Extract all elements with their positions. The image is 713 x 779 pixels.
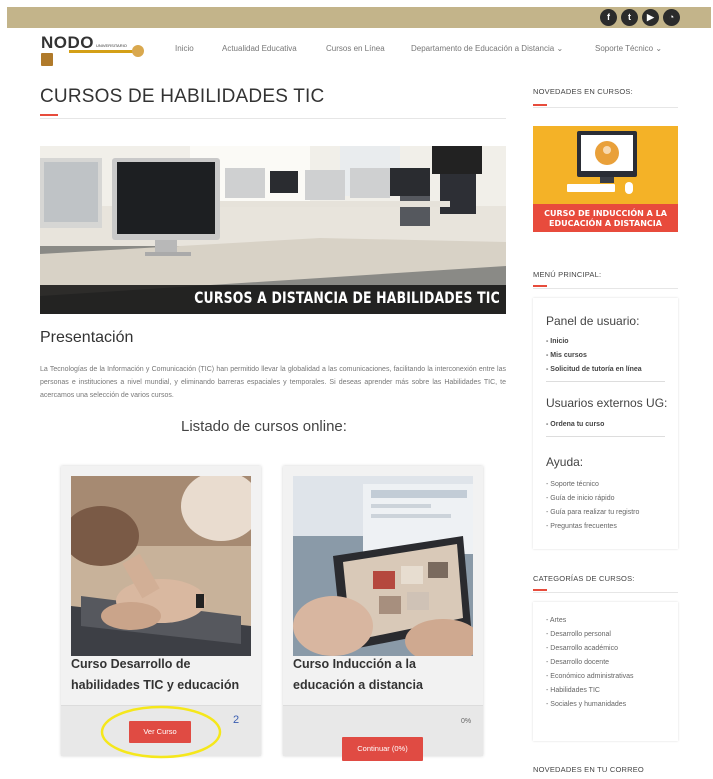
annotation-number: 2	[233, 714, 240, 726]
menu-item-guia-registro[interactable]: - Guía para realizar tu registro	[546, 509, 639, 516]
chevron-down-icon: ⌄	[556, 44, 564, 53]
title-divider	[40, 118, 506, 119]
logo-subtitle: UNIVERSITARIO	[96, 43, 127, 48]
listing-heading: Listado de cursos online:	[181, 418, 347, 435]
nav-soporte-label: Soporte Técnico	[595, 44, 654, 53]
menu-item-tutoria[interactable]: - Solicitud de tutoría en línea	[546, 366, 642, 373]
course-image	[293, 476, 473, 656]
title-accent	[40, 114, 58, 116]
menu-item-ordena-curso[interactable]: - Ordena tu curso	[546, 421, 604, 428]
menu-divider	[546, 381, 665, 382]
top-bar: f t ▶ ◔	[7, 7, 711, 28]
sidebar-accent	[533, 589, 547, 591]
chevron-down-icon: ⌄	[655, 44, 663, 53]
site-logo[interactable]: NODO UNIVERSITARIO	[41, 33, 145, 67]
external-users-title: Usuarios externos UG:	[546, 396, 668, 410]
nav-departamento[interactable]: Departamento de Educación a Distancia ⌄	[411, 44, 563, 53]
menu-item-soporte[interactable]: - Soporte técnico	[546, 481, 599, 488]
sidebar-categories-heading: CATEGORÍAS DE CURSOS:	[533, 574, 635, 583]
highlight-ellipse	[100, 705, 222, 759]
category-artes[interactable]: - Artes	[546, 617, 566, 624]
nav-inicio[interactable]: Inicio	[175, 44, 194, 53]
nav-cursos-en-linea[interactable]: Cursos en Línea	[326, 44, 385, 53]
sidebar-email-heading: NOVEDADES EN TU CORREO	[533, 765, 644, 774]
nav-actualidad-educativa[interactable]: Actualidad Educativa	[222, 44, 297, 53]
banner-caption-text: CURSOS A DISTANCIA DE HABILIDADES TIC	[194, 288, 500, 307]
nav-soporte-tecnico[interactable]: Soporte Técnico ⌄	[595, 44, 662, 53]
category-habilidades-tic[interactable]: - Habilidades TIC	[546, 687, 600, 694]
sidebar-divider	[533, 592, 678, 593]
category-desarrollo-personal[interactable]: - Desarrollo personal	[546, 631, 611, 638]
category-desarrollo-docente[interactable]: - Desarrollo docente	[546, 659, 609, 666]
sidebar-accent	[533, 285, 547, 287]
sidebar-accent	[533, 104, 547, 106]
tablet-hands-photo	[293, 476, 473, 656]
menu-divider	[546, 436, 665, 437]
course-banner: CURSOS A DISTANCIA DE HABILIDADES TIC	[40, 146, 506, 314]
menu-item-preguntas[interactable]: - Preguntas frecuentes	[546, 523, 617, 530]
category-desarrollo-academico[interactable]: - Desarrollo académico	[546, 645, 618, 652]
sidebar-menu-heading: MENÚ PRINCIPAL:	[533, 270, 602, 279]
course-image	[71, 476, 251, 656]
course-title[interactable]: Curso Desarrollo de habilidades TIC y ed…	[71, 654, 253, 696]
card-footer: 0% Continuar (0%)	[283, 705, 483, 761]
presentation-paragraph: La Tecnologías de la Información y Comun…	[40, 366, 506, 399]
card-footer: Ver Curso 2	[61, 705, 261, 759]
laptop-typing-photo	[71, 476, 251, 656]
logo-circle-icon	[132, 45, 144, 57]
section-heading: Presentación	[40, 329, 134, 346]
course-card: Curso Inducción a la educación a distanc…	[283, 466, 483, 761]
page-title: CURSOS DE HABILIDADES TIC	[40, 86, 325, 107]
main-menu-box: Panel de usuario: - Inicio - Mis cursos …	[533, 298, 678, 549]
menu-item-inicio[interactable]: - Inicio	[546, 338, 569, 345]
progress-label: 0%	[461, 718, 472, 725]
logo-line	[69, 50, 139, 53]
menu-item-guia-inicio[interactable]: - Guía de inicio rápido	[546, 495, 614, 502]
sidebar-divider	[533, 107, 678, 108]
course-card: Curso Desarrollo de habilidades TIC y ed…	[61, 466, 261, 759]
nav-departamento-label: Departamento de Educación a Distancia	[411, 44, 555, 53]
panel-title: Panel de usuario:	[546, 314, 640, 328]
facebook-icon[interactable]: f	[600, 9, 617, 26]
logo-emblem-icon	[41, 53, 53, 66]
sidebar-divider	[533, 288, 678, 289]
category-sociales[interactable]: - Sociales y humanidades	[546, 701, 626, 708]
continuar-button[interactable]: Continuar (0%)	[342, 737, 423, 761]
promo-course-banner[interactable]: CURSO DE INDUCCIÓN A LA EDUCACIÓN A DIST…	[533, 126, 678, 232]
rss-icon[interactable]: ◔	[663, 9, 680, 26]
category-economico[interactable]: - Económico administrativas	[546, 673, 634, 680]
youtube-icon[interactable]: ▶	[642, 9, 659, 26]
twitter-icon[interactable]: t	[621, 9, 638, 26]
promo-text: CURSO DE INDUCCIÓN A LA EDUCACIÓN A DIST…	[533, 204, 678, 232]
banner-caption: CURSOS A DISTANCIA DE HABILIDADES TIC	[40, 285, 506, 314]
course-title[interactable]: Curso Inducción a la educación a distanc…	[293, 654, 475, 696]
help-title: Ayuda:	[546, 455, 584, 469]
sidebar-news-heading: NOVEDADES EN CURSOS:	[533, 87, 633, 96]
menu-item-mis-cursos[interactable]: - Mis cursos	[546, 352, 587, 359]
categories-box: - Artes - Desarrollo personal - Desarrol…	[533, 602, 678, 741]
